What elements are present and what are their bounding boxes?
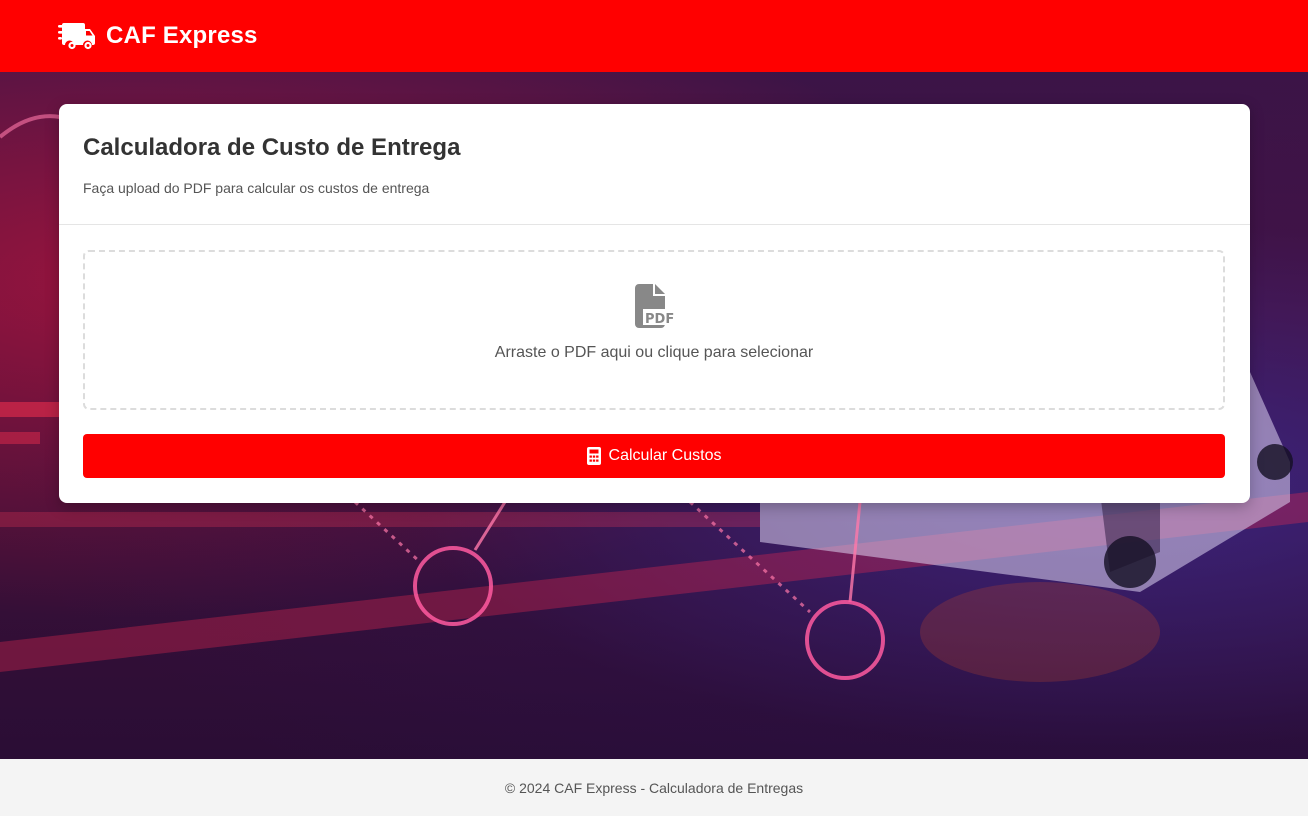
card-subtitle: Faça upload do PDF para calcular os cust… <box>83 180 430 196</box>
dropzone-text: Arraste o PDF aqui ou clique para seleci… <box>494 344 814 361</box>
top-header: CAF Express <box>0 0 1308 72</box>
footer-text: © 2024 CAF Express - Calculadora de Entr… <box>504 779 804 796</box>
brand-name[interactable]: CAF Express <box>106 22 258 50</box>
truck-fast-icon <box>58 20 96 52</box>
footer: © 2024 CAF Express - Calculadora de Entr… <box>0 759 1308 816</box>
card-title: Calculadora de Custo de Entrega <box>83 134 461 161</box>
calculate-button-label: Calcular Custos <box>608 447 722 464</box>
card-header: Calculadora de Custo de Entrega Faça upl… <box>59 104 1250 225</box>
calculator-icon <box>586 447 601 465</box>
delivery-calculator-card: Calculadora de Custo de Entrega Faça upl… <box>59 104 1250 503</box>
svg-text:PDF: PDF <box>645 312 674 327</box>
file-pdf-icon: PDF <box>633 284 675 328</box>
pdf-dropzone[interactable]: PDF Arraste o PDF aqui ou clique para se… <box>83 250 1225 410</box>
calculate-costs-button[interactable]: Calcular Custos <box>83 434 1225 478</box>
